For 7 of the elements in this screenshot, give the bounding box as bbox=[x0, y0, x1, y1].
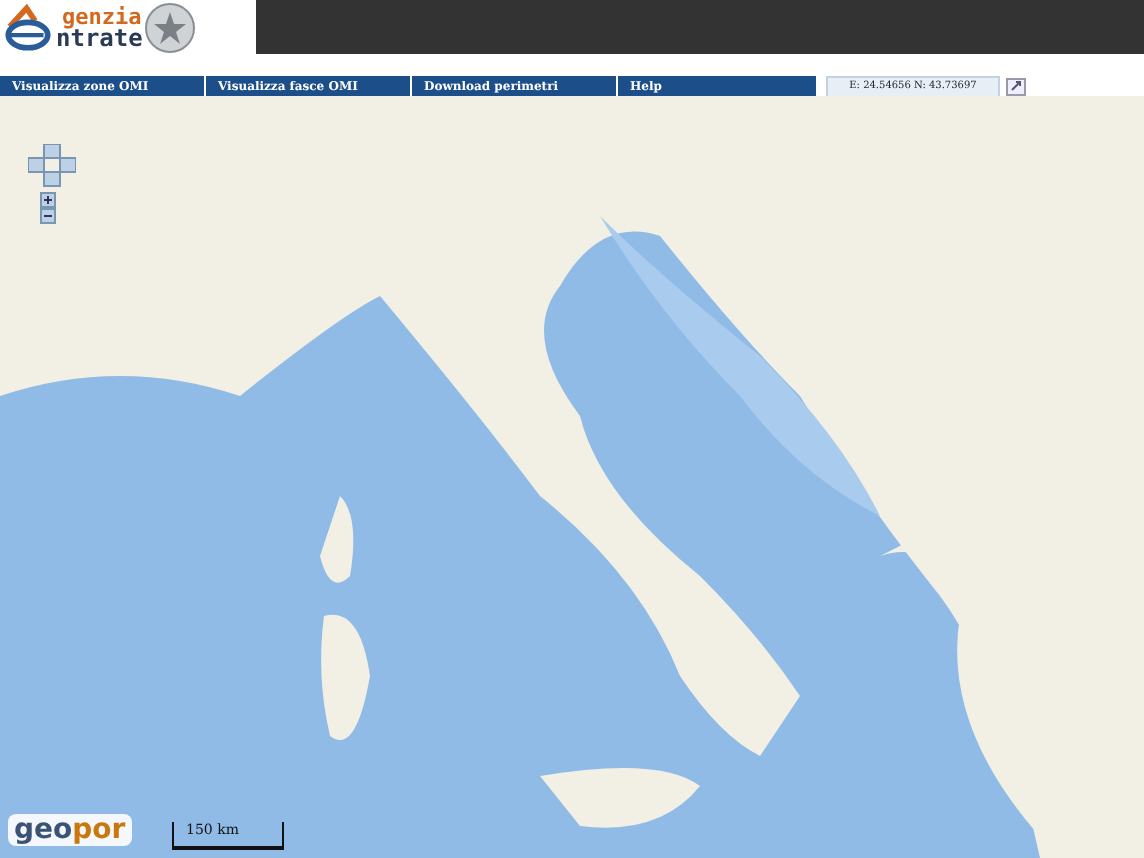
logo-text: genzia bbox=[60, 5, 143, 27]
external-link-icon[interactable] bbox=[1006, 77, 1026, 95]
letter-swoosh-icon bbox=[4, 3, 52, 51]
emblem-icon bbox=[144, 1, 197, 53]
logo-text: ntrate bbox=[56, 27, 143, 49]
zoom-control-icon[interactable] bbox=[40, 192, 56, 224]
map-logo: geopor bbox=[8, 814, 132, 846]
